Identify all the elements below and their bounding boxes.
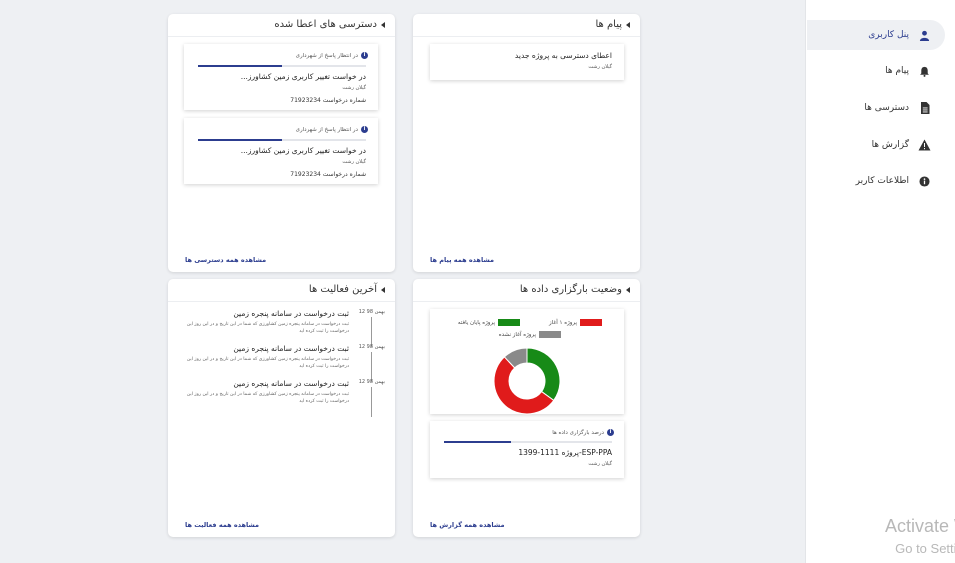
chart-panel: پروژه ۱ آغاز پروژه پایان یافته پروژه آغا… [430, 309, 624, 415]
project-item[interactable]: i درصد بارگزاری داده ها پروژه 1111-1399-… [430, 421, 624, 478]
activity-description: ثبت درخواست در سامانه پنجره زمین کشاورزی… [186, 392, 349, 404]
sidebar-item-access[interactable]: دسترسی ها [807, 93, 945, 123]
info-icon: i [361, 52, 368, 59]
timeline-line [371, 352, 372, 382]
request-location: گیلان رشت [342, 85, 366, 91]
sidebar-item-user-panel[interactable]: پنل کاربری [807, 20, 945, 50]
sidebar-item-reports[interactable]: گزارش ها [807, 130, 945, 160]
timeline-line [371, 317, 372, 347]
info-icon: i [607, 429, 614, 436]
sidebar-item-label: گزارش ها [871, 140, 909, 150]
view-all-activity-link[interactable]: مشاهده همه فعالیت ها [185, 521, 259, 529]
progress-bar [444, 441, 612, 443]
view-all-messages-link[interactable]: مشاهده همه پیام ها [430, 256, 494, 264]
activity-title: ثبت درخواست در سامانه پنجره زمین [233, 379, 349, 388]
view-all-access-link[interactable]: مشاهده همه دسترسی ها [185, 256, 266, 264]
upload-card-title: وضعیت بارگزاری داده ها [520, 284, 630, 295]
info-icon [918, 175, 931, 188]
warning-icon [918, 139, 931, 152]
upload-status-card: وضعیت بارگزاری داده ها پروژه ۱ آغاز پروژ… [413, 279, 640, 537]
sidebar: پنل کاربری پیام ها دسترسی ها گزارش ها اط… [805, 0, 955, 563]
legend-item: پروژه آغاز نشده [499, 331, 561, 338]
message-item[interactable]: اعطای دسترسی به پروژه جدید گیلان رشت [430, 44, 624, 80]
sidebar-item-label: اطلاعات کاربر [855, 176, 909, 186]
legend-item: پروژه پایان یافته [458, 319, 520, 326]
activity-item[interactable]: 12 بهمن 98 ثبت درخواست در سامانه پنجره ز… [185, 379, 385, 417]
status-row: i درصد بارگزاری داده ها [552, 429, 614, 436]
activity-item[interactable]: 12 بهمن 98 ثبت درخواست در سامانه پنجره ز… [185, 309, 385, 347]
activity-date: 12 بهمن 98 [358, 379, 385, 385]
divider [413, 301, 640, 302]
legend-item: پروژه ۱ آغاز [549, 319, 602, 326]
user-icon [918, 29, 931, 42]
progress-fill [198, 139, 282, 141]
caret-icon [381, 286, 385, 293]
activity-card-title: آخرین فعالیت ها [309, 284, 385, 295]
message-location: گیلان رشت [588, 64, 612, 70]
access-item[interactable]: i در انتظار پاسخ از شهرداری در خواست تغی… [184, 44, 378, 110]
request-number: شماره درخواست 71923234 [290, 171, 366, 178]
activity-description: ثبت درخواست در سامانه پنجره زمین کشاورزی… [186, 322, 349, 334]
status-row: i در انتظار پاسخ از شهرداری [296, 52, 368, 59]
status-text: در انتظار پاسخ از شهرداری [295, 52, 358, 59]
progress-bar [198, 65, 366, 67]
divider [168, 301, 395, 302]
request-title: در خواست تغییر کاربری زمین کشاورز... [240, 146, 366, 155]
sidebar-item-user-info[interactable]: اطلاعات کاربر [807, 166, 945, 196]
donut-chart [493, 347, 561, 415]
sidebar-item-messages[interactable]: پیام ها [807, 56, 945, 86]
activity-date: 12 بهمن 98 [358, 309, 385, 315]
document-icon [918, 102, 931, 115]
activation-watermark-sub: Go to Setting [895, 541, 955, 556]
project-location: گیلان رشت [588, 461, 612, 467]
access-card: دسترسی های اعطا شده i در انتظار پاسخ از … [168, 14, 395, 272]
activity-title: ثبت درخواست در سامانه پنجره زمین [233, 309, 349, 318]
info-icon: i [361, 126, 368, 133]
progress-fill [444, 441, 512, 443]
request-title: در خواست تغییر کاربری زمین کشاورز... [240, 72, 366, 81]
sidebar-item-label: پیام ها [885, 66, 909, 76]
project-title: پروژه 1111-1399-ESP-PPA [518, 448, 612, 457]
access-card-title: دسترسی های اعطا شده [274, 19, 385, 30]
caret-icon [626, 286, 630, 293]
bell-icon [918, 65, 931, 78]
messages-card-title: پیام ها [595, 19, 630, 30]
legend-swatch [539, 331, 561, 338]
progress-bar [198, 139, 366, 141]
status-text: درصد بارگزاری داده ها [552, 429, 604, 436]
legend-swatch [498, 319, 520, 326]
progress-fill [198, 65, 282, 67]
message-title: اعطای دسترسی به پروژه جدید [514, 51, 612, 60]
sidebar-item-label: دسترسی ها [864, 103, 909, 113]
status-row: i در انتظار پاسخ از شهرداری [296, 126, 368, 133]
divider [168, 36, 395, 37]
activity-description: ثبت درخواست در سامانه پنجره زمین کشاورزی… [186, 357, 349, 369]
activation-watermark: Activate W [884, 516, 955, 536]
request-number: شماره درخواست 71923234 [290, 97, 366, 104]
activity-card: آخرین فعالیت ها 12 بهمن 98 ثبت درخواست د… [168, 279, 395, 537]
legend-swatch [580, 319, 602, 326]
activity-title: ثبت درخواست در سامانه پنجره زمین [233, 344, 349, 353]
caret-icon [626, 21, 630, 28]
sidebar-item-label: پنل کاربری [868, 30, 909, 40]
messages-card: پیام ها اعطای دسترسی به پروژه جدید گیلان… [413, 14, 640, 272]
caret-icon [381, 21, 385, 28]
activity-date: 12 بهمن 98 [358, 344, 385, 350]
timeline-line [371, 387, 372, 417]
activity-item[interactable]: 12 بهمن 98 ثبت درخواست در سامانه پنجره ز… [185, 344, 385, 382]
divider [413, 36, 640, 37]
view-all-reports-link[interactable]: مشاهده همه گزارش ها [430, 521, 504, 529]
request-location: گیلان رشت [342, 159, 366, 165]
access-item[interactable]: i در انتظار پاسخ از شهرداری در خواست تغی… [184, 118, 378, 184]
status-text: در انتظار پاسخ از شهرداری [295, 126, 358, 133]
